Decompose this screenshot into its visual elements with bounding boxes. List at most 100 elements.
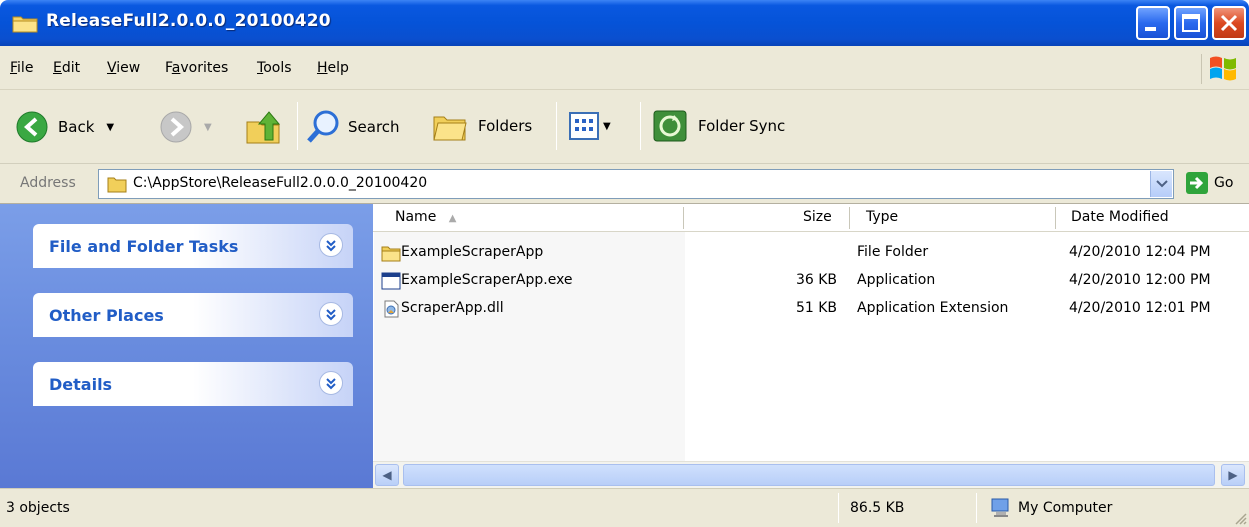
up-folder-icon [246,111,281,144]
file-date: 4/20/2010 12:04 PM [1069,244,1211,260]
file-type: Application Extension [857,300,1009,316]
horizontal-scrollbar[interactable]: ◀ ▶ [373,461,1249,488]
folder-icon [12,16,38,33]
back-dropdown-icon[interactable]: ▼ [106,122,114,133]
status-location: My Computer [1018,500,1113,516]
status-divider [838,493,839,523]
status-bar: 3 objects 86.5 KB My Computer [0,488,1249,527]
file-list[interactable]: Name ▲ Size Type Date Modified ExampleSc… [373,204,1249,488]
application-icon [381,272,401,290]
toolbar-separator [556,102,557,150]
column-header-row: Name ▲ Size Type Date Modified [373,204,1249,232]
address-input[interactable]: C:\AppStore\ReleaseFull2.0.0.0_20100420 [98,169,1174,199]
folder-sync-button[interactable]: Folder Sync [652,109,785,143]
back-button[interactable]: Back ▼ [16,111,114,143]
status-divider [976,493,977,523]
file-date: 4/20/2010 12:01 PM [1069,300,1211,316]
forward-arrow-icon [160,111,192,143]
resize-grip-icon[interactable] [1233,511,1247,525]
forward-dropdown-icon[interactable]: ▼ [204,122,212,133]
task-pane: File and Folder Tasks Other Places Detai… [0,204,373,488]
scroll-right-button[interactable]: ▶ [1221,464,1245,486]
scroll-thumb[interactable] [403,464,1215,486]
file-type: File Folder [857,244,929,260]
menu-favorites[interactable]: Favorites [165,60,228,76]
column-divider[interactable] [1055,207,1056,229]
dll-icon [384,300,399,318]
folders-label: Folders [478,117,533,135]
menu-edit[interactable]: Edit [53,60,80,76]
go-label: Go [1214,175,1234,191]
windows-flag-icon [1210,56,1236,81]
column-header-type[interactable]: Type [866,209,898,225]
menu-file[interactable]: File [10,60,33,76]
file-name: ExampleScraperApp.exe [401,272,573,288]
minimize-button[interactable] [1136,6,1170,40]
maximize-icon [1182,14,1200,32]
menu-view[interactable]: View [107,60,140,76]
toolbar-separator [640,102,641,150]
minimize-icon [1145,27,1156,31]
folder-sync-icon [653,110,687,142]
expand-chevron-icon[interactable] [319,233,343,257]
menu-tools[interactable]: Tools [257,60,292,76]
search-button[interactable]: Search [306,109,400,145]
folders-button[interactable]: Folders [432,109,532,143]
panel-title: Other Places [49,306,164,325]
file-and-folder-tasks-panel[interactable]: File and Folder Tasks [33,224,353,268]
windows-logo [1201,54,1243,84]
go-button[interactable]: Go [1186,172,1233,194]
column-header-size[interactable]: Size [803,209,832,225]
go-arrow-icon [1186,172,1208,194]
forward-button[interactable]: ▼ [160,111,212,143]
file-row[interactable]: ExampleScraperApp.exe 36 KB Application … [373,268,1249,294]
maximize-button[interactable] [1174,6,1208,40]
views-grid-icon [569,112,599,140]
folder-icon [381,246,401,262]
sort-ascending-icon: ▲ [448,213,457,224]
title-bar[interactable]: ReleaseFull2.0.0.0_20100420 [0,0,1249,46]
my-computer-icon [991,498,1009,517]
file-row[interactable]: ScraperApp.dll 51 KB Application Extensi… [373,296,1249,322]
other-places-panel[interactable]: Other Places [33,293,353,337]
close-button[interactable] [1212,6,1246,40]
file-name: ExampleScraperApp [401,244,544,260]
file-type: Application [857,272,936,288]
back-arrow-icon [16,111,48,143]
file-date: 4/20/2010 12:00 PM [1069,272,1211,288]
file-name: ScraperApp.dll [401,300,504,316]
scroll-left-button[interactable]: ◀ [375,464,399,486]
address-dropdown-button[interactable] [1150,171,1172,197]
up-button[interactable] [243,108,283,146]
views-dropdown-icon[interactable]: ▼ [603,121,611,132]
file-size: 51 KB [795,300,837,316]
expand-chevron-icon[interactable] [319,302,343,326]
folder-sync-label: Folder Sync [698,117,786,135]
sorted-column-shade [374,232,685,461]
toolbar-separator [297,102,298,150]
file-size: 36 KB [795,272,837,288]
search-label: Search [348,118,400,136]
menu-bar: File Edit View Favorites Tools Help [0,46,1249,90]
chevron-down-icon [1156,180,1168,188]
address-path: C:\AppStore\ReleaseFull2.0.0.0_20100420 [133,175,428,191]
back-label: Back [58,118,95,136]
toolbar: Back ▼ ▼ Search Folders ▼ Folder Sync [0,90,1249,164]
column-header-date-modified[interactable]: Date Modified [1071,209,1169,225]
file-row[interactable]: ExampleScraperApp File Folder 4/20/2010 … [373,240,1249,266]
status-object-count: 3 objects [6,500,70,516]
folders-icon [433,116,467,141]
status-total-size: 86.5 KB [850,500,905,516]
column-divider[interactable] [849,207,850,229]
details-panel[interactable]: Details [33,362,353,406]
views-button[interactable]: ▼ [569,112,611,140]
expand-chevron-icon[interactable] [319,371,343,395]
address-bar: Address C:\AppStore\ReleaseFull2.0.0.0_2… [0,164,1249,204]
address-label: Address [20,175,76,191]
window-title: ReleaseFull2.0.0.0_20100420 [46,11,331,31]
menu-help[interactable]: Help [317,60,349,76]
panel-title: File and Folder Tasks [49,237,239,256]
close-icon [1220,14,1238,32]
column-divider[interactable] [683,207,684,229]
column-header-name[interactable]: Name ▲ [395,209,456,225]
